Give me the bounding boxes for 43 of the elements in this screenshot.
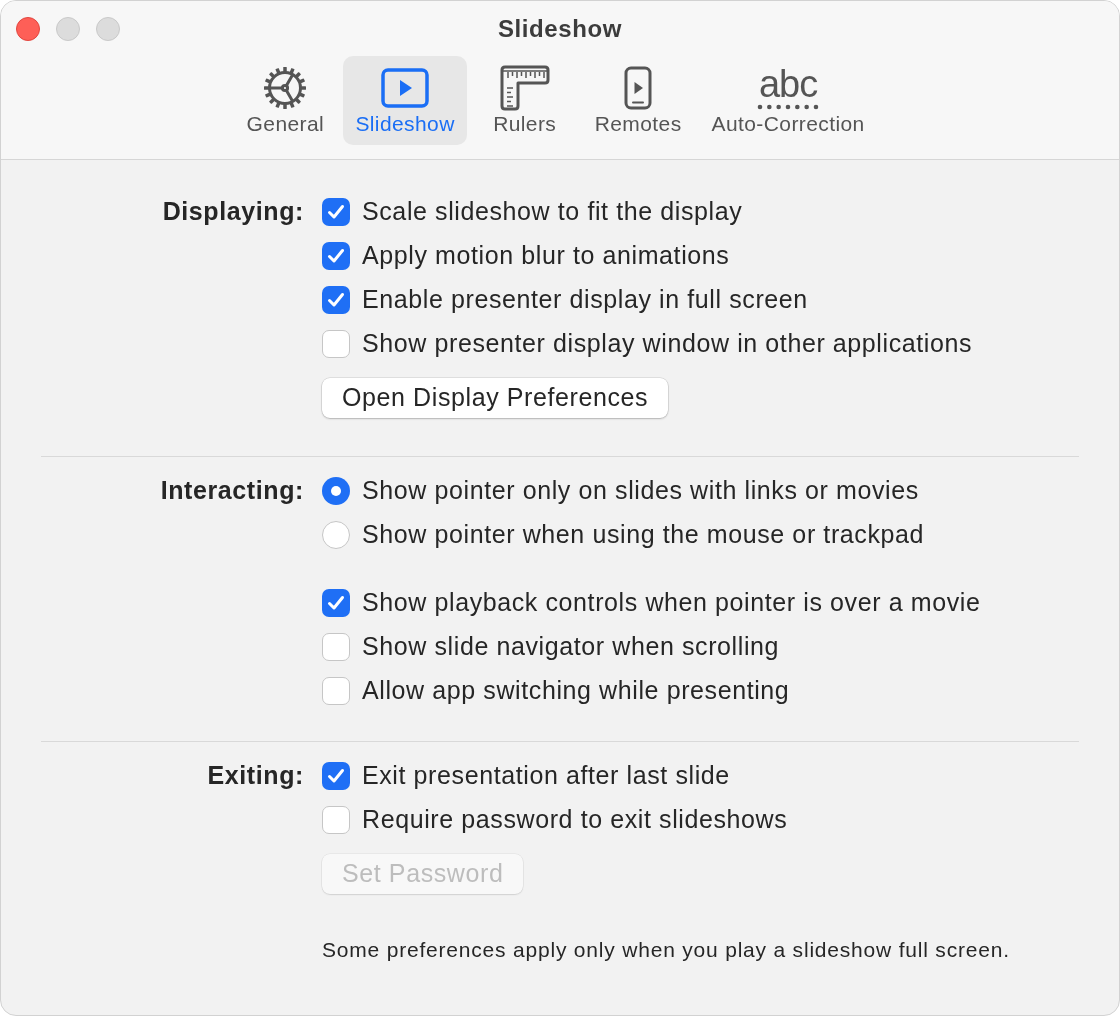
checkbox[interactable] (322, 198, 350, 226)
radio-button[interactable] (322, 521, 350, 549)
toolbar-tab[interactable]: Rulers (472, 56, 577, 145)
checkbox[interactable] (322, 242, 350, 270)
checkbox-label[interactable]: Allow app switching while presenting (362, 672, 790, 710)
checkbox-label[interactable]: Scale slideshow to fit the display (362, 193, 743, 231)
toolbar-tab[interactable]: General (233, 56, 338, 145)
checkbox[interactable] (322, 286, 350, 314)
section-label: Exiting: (207, 760, 304, 792)
checkbox[interactable] (322, 589, 350, 617)
checkbox-label[interactable]: Apply motion blur to animations (362, 237, 730, 275)
checkbox-label[interactable]: Exit presentation after last slide (362, 757, 730, 795)
checkbox-label[interactable]: Require password to exit slideshows (362, 801, 788, 839)
toolbar-tab[interactable]: Slideshow (343, 56, 467, 145)
checkmark-icon (327, 248, 345, 264)
checkbox[interactable] (322, 677, 350, 705)
play-screen-icon (381, 68, 430, 108)
checkbox[interactable] (322, 806, 350, 834)
ruler-icon (498, 64, 551, 112)
checkmark-icon (327, 768, 345, 784)
checkmark-icon (327, 292, 345, 308)
toolbar-tab[interactable]: Remotes (582, 56, 694, 145)
close-button[interactable] (16, 16, 40, 41)
checkbox-label[interactable]: Show presenter display window in other applications (362, 325, 973, 363)
phone-play-icon (624, 66, 653, 110)
radio-label[interactable]: Show pointer only on slides with links or movies (362, 472, 919, 510)
window-title: Slideshow (497, 13, 623, 44)
checkbox-label[interactable]: Show slide navigator when scrolling (362, 628, 780, 666)
checkbox[interactable] (322, 330, 350, 358)
checkbox-label[interactable]: Show playback controls when pointer is over a movie (362, 584, 981, 622)
checkbox[interactable] (322, 633, 350, 661)
checkmark-icon (327, 595, 345, 611)
section-label: Interacting: (160, 475, 304, 507)
radio-button[interactable] (322, 477, 350, 505)
checkmark-icon (327, 204, 345, 220)
footnote: Some preferences apply only when you play a slideshow full screen. (322, 938, 1010, 962)
push-button[interactable]: Open Display Preferences (322, 378, 669, 418)
section-label: Displaying: (162, 196, 304, 228)
radio-label[interactable]: Show pointer when using the mouse or trackpad (362, 516, 925, 554)
gear-icon (263, 66, 308, 110)
checkbox-label[interactable]: Enable presenter display in full screen (362, 281, 808, 319)
toolbar-tab[interactable]: abc Auto-Correction (699, 56, 877, 145)
checkbox[interactable] (322, 762, 350, 790)
